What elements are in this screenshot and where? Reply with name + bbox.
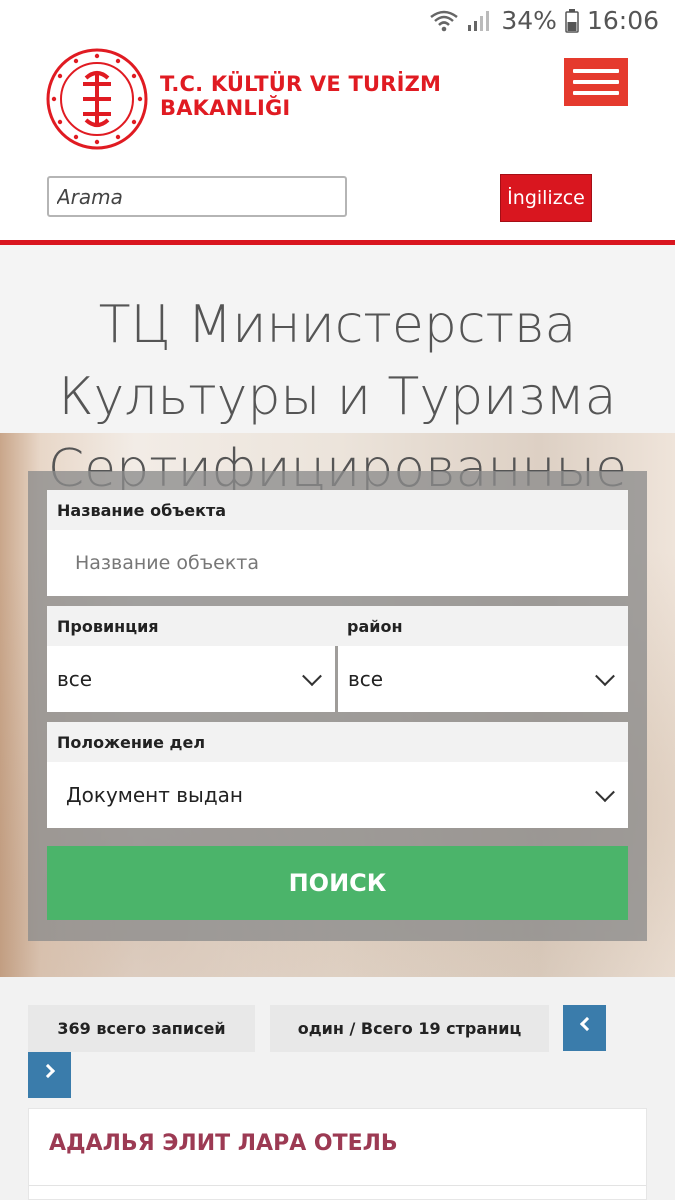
status-label: Положение дел: [47, 722, 628, 762]
hamburger-line-icon: [573, 80, 619, 84]
province-selected-value: все: [57, 667, 93, 691]
search-button[interactable]: ПОИСК: [47, 846, 628, 920]
language-english-button[interactable]: İngilizce: [500, 174, 592, 222]
search-form-panel: Название объекта Провинция район все все…: [28, 471, 647, 941]
hamburger-line-icon: [573, 69, 619, 73]
hamburger-menu-button[interactable]: [564, 58, 628, 106]
ministry-name[interactable]: T.C. KÜLTÜR VE TURİZM BAKANLIĞI: [160, 72, 441, 120]
site-header: T.C. KÜLTÜR VE TURİZM BAKANLIĞI İngilizc…: [0, 48, 675, 240]
result-divider: [29, 1185, 646, 1186]
result-item[interactable]: АДАЛЬЯ ЭЛИТ ЛАРА ОТЕЛЬ: [28, 1108, 647, 1200]
chevron-left-icon: [579, 1016, 594, 1032]
district-select[interactable]: все: [338, 646, 628, 712]
status-selected-value: Документ выдан: [66, 783, 243, 807]
district-selected-value: все: [348, 667, 384, 691]
signal-icon: [467, 9, 493, 33]
status-indicators: 34% 16:06: [429, 6, 659, 35]
province-label: Провинция: [47, 606, 337, 646]
hamburger-line-icon: [573, 91, 619, 95]
object-name-label: Название объекта: [47, 490, 628, 530]
ministry-logo-emblem-icon[interactable]: [46, 48, 148, 150]
site-search-input[interactable]: [47, 176, 347, 217]
object-name-input[interactable]: [47, 530, 628, 596]
chevron-down-icon: [595, 666, 615, 687]
status-bar: 34% 16:06: [0, 0, 675, 48]
next-page-button[interactable]: [28, 1052, 71, 1098]
chevron-right-icon: [40, 1063, 55, 1079]
page-info-badge: один / Всего 19 страниц: [270, 1005, 549, 1052]
result-item-title[interactable]: АДАЛЬЯ ЭЛИТ ЛАРА ОТЕЛЬ: [49, 1131, 398, 1156]
clock: 16:06: [586, 6, 659, 35]
battery-icon: [565, 8, 579, 33]
prev-page-button[interactable]: [563, 1005, 606, 1051]
district-label: район: [337, 606, 628, 646]
total-records-badge: 369 всего записей: [28, 1005, 255, 1052]
ministry-name-line1: T.C. KÜLTÜR VE TURİZM: [160, 72, 442, 96]
chevron-down-icon: [302, 666, 322, 687]
wifi-icon: [429, 9, 459, 33]
hero-section: ТЦ Министерства Культуры и Туризма Серти…: [0, 245, 675, 977]
ministry-name-line2: BAKANLIĞI: [160, 96, 291, 120]
province-select[interactable]: все: [47, 646, 335, 712]
status-select[interactable]: Документ выдан: [47, 762, 628, 828]
chevron-down-icon: [595, 782, 615, 803]
battery-percent: 34%: [501, 6, 557, 35]
